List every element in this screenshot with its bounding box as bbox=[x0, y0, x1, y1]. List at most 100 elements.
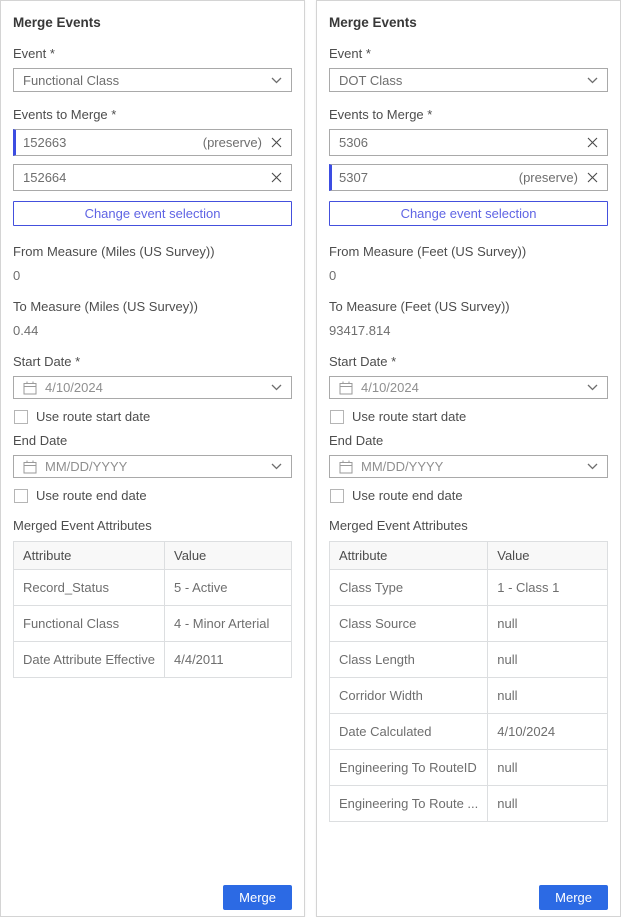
table-row: Engineering To RouteID null bbox=[330, 750, 608, 786]
end-date-label: End Date bbox=[13, 433, 292, 448]
calendar-icon bbox=[339, 381, 353, 395]
chevron-down-icon bbox=[271, 77, 282, 84]
event-select-value: Functional Class bbox=[23, 73, 119, 88]
chevron-down-icon bbox=[587, 77, 598, 84]
value-cell: 4/10/2024 bbox=[488, 714, 608, 750]
table-header-row: Attribute Value bbox=[330, 542, 608, 570]
page-title: Merge Events bbox=[13, 15, 292, 30]
value-cell: 5 - Active bbox=[165, 570, 292, 606]
start-date-value: 4/10/2024 bbox=[361, 380, 579, 395]
to-measure-label: To Measure (Miles (US Survey)) bbox=[13, 299, 292, 314]
use-route-start-date-label: Use route start date bbox=[352, 409, 466, 424]
close-icon[interactable] bbox=[271, 137, 282, 148]
use-route-start-date-label: Use route start date bbox=[36, 409, 150, 424]
change-event-selection-button[interactable]: Change event selection bbox=[13, 201, 292, 226]
table-row: Class Length null bbox=[330, 642, 608, 678]
use-route-end-date-option[interactable]: Use route end date bbox=[14, 488, 292, 503]
chevron-down-icon bbox=[271, 463, 282, 470]
event-select-value: DOT Class bbox=[339, 73, 402, 88]
checkbox-unchecked[interactable] bbox=[14, 410, 28, 424]
value-column-header: Value bbox=[488, 542, 608, 570]
page-title: Merge Events bbox=[329, 15, 608, 30]
change-event-selection-button[interactable]: Change event selection bbox=[329, 201, 608, 226]
value-cell: null bbox=[488, 786, 608, 822]
event-to-merge-row[interactable]: 152663 (preserve) bbox=[13, 129, 292, 156]
start-date-label: Start Date * bbox=[13, 354, 292, 369]
table-row: Engineering To Route ... null bbox=[330, 786, 608, 822]
value-cell: 1 - Class 1 bbox=[488, 570, 608, 606]
event-label: Event * bbox=[329, 46, 608, 61]
chevron-down-icon bbox=[587, 384, 598, 391]
attribute-cell: Date Attribute Effective bbox=[14, 642, 165, 678]
event-select[interactable]: Functional Class bbox=[13, 68, 292, 92]
value-cell: null bbox=[488, 678, 608, 714]
end-date-select[interactable]: MM/DD/YYYY bbox=[13, 455, 292, 478]
merge-events-panel-right: Merge Events Event * DOT Class Events to… bbox=[316, 0, 621, 917]
merge-button[interactable]: Merge bbox=[223, 885, 292, 910]
panel-footer: Merge bbox=[13, 877, 292, 910]
close-icon[interactable] bbox=[587, 137, 598, 148]
checkbox-unchecked[interactable] bbox=[14, 489, 28, 503]
calendar-icon bbox=[23, 381, 37, 395]
table-row: Class Type 1 - Class 1 bbox=[330, 570, 608, 606]
start-date-select[interactable]: 4/10/2024 bbox=[329, 376, 608, 399]
start-date-select[interactable]: 4/10/2024 bbox=[13, 376, 292, 399]
event-to-merge-row[interactable]: 5307 (preserve) bbox=[329, 164, 608, 191]
merge-button[interactable]: Merge bbox=[539, 885, 608, 910]
preserve-indicator: (preserve) bbox=[203, 135, 271, 150]
end-date-label: End Date bbox=[329, 433, 608, 448]
events-to-merge-label: Events to Merge * bbox=[13, 107, 292, 122]
event-id-value: 152664 bbox=[23, 170, 66, 185]
preserve-indicator: (preserve) bbox=[519, 170, 587, 185]
from-measure-value: 0 bbox=[329, 268, 608, 283]
to-measure-label: To Measure (Feet (US Survey)) bbox=[329, 299, 608, 314]
panel-footer: Merge bbox=[329, 877, 608, 910]
table-header-row: Attribute Value bbox=[14, 542, 292, 570]
table-row: Class Source null bbox=[330, 606, 608, 642]
from-measure-label: From Measure (Miles (US Survey)) bbox=[13, 244, 292, 259]
start-date-value: 4/10/2024 bbox=[45, 380, 263, 395]
end-date-select[interactable]: MM/DD/YYYY bbox=[329, 455, 608, 478]
table-row: Corridor Width null bbox=[330, 678, 608, 714]
from-measure-value: 0 bbox=[13, 268, 292, 283]
merged-attributes-table: Attribute Value Class Type 1 - Class 1 C… bbox=[329, 541, 608, 822]
merged-attributes-label: Merged Event Attributes bbox=[329, 518, 608, 533]
use-route-end-date-label: Use route end date bbox=[352, 488, 463, 503]
attribute-cell: Functional Class bbox=[14, 606, 165, 642]
attribute-cell: Engineering To Route ... bbox=[330, 786, 488, 822]
chevron-down-icon bbox=[587, 463, 598, 470]
attribute-cell: Corridor Width bbox=[330, 678, 488, 714]
use-route-start-date-option[interactable]: Use route start date bbox=[14, 409, 292, 424]
end-date-placeholder: MM/DD/YYYY bbox=[45, 459, 263, 474]
checkbox-unchecked[interactable] bbox=[330, 410, 344, 424]
event-select[interactable]: DOT Class bbox=[329, 68, 608, 92]
event-to-merge-row[interactable]: 152664 bbox=[13, 164, 292, 191]
value-cell: 4/4/2011 bbox=[165, 642, 292, 678]
value-column-header: Value bbox=[165, 542, 292, 570]
value-cell: 4 - Minor Arterial bbox=[165, 606, 292, 642]
event-id-value: 5306 bbox=[339, 135, 368, 150]
merged-attributes-table: Attribute Value Record_Status 5 - Active… bbox=[13, 541, 292, 678]
attribute-cell: Class Source bbox=[330, 606, 488, 642]
close-icon[interactable] bbox=[271, 172, 282, 183]
start-date-label: Start Date * bbox=[329, 354, 608, 369]
close-icon[interactable] bbox=[587, 172, 598, 183]
checkbox-unchecked[interactable] bbox=[330, 489, 344, 503]
use-route-end-date-option[interactable]: Use route end date bbox=[330, 488, 608, 503]
end-date-placeholder: MM/DD/YYYY bbox=[361, 459, 579, 474]
from-measure-label: From Measure (Feet (US Survey)) bbox=[329, 244, 608, 259]
attribute-cell: Engineering To RouteID bbox=[330, 750, 488, 786]
attribute-cell: Date Calculated bbox=[330, 714, 488, 750]
merged-attributes-label: Merged Event Attributes bbox=[13, 518, 292, 533]
event-id-value: 5307 bbox=[339, 170, 368, 185]
table-row: Record_Status 5 - Active bbox=[14, 570, 292, 606]
table-row: Functional Class 4 - Minor Arterial bbox=[14, 606, 292, 642]
merge-events-panel-left: Merge Events Event * Functional Class Ev… bbox=[0, 0, 305, 917]
use-route-end-date-label: Use route end date bbox=[36, 488, 147, 503]
event-id-value: 152663 bbox=[23, 135, 66, 150]
use-route-start-date-option[interactable]: Use route start date bbox=[330, 409, 608, 424]
calendar-icon bbox=[23, 460, 37, 474]
event-to-merge-row[interactable]: 5306 bbox=[329, 129, 608, 156]
to-measure-value: 93417.814 bbox=[329, 323, 608, 338]
attribute-cell: Class Type bbox=[330, 570, 488, 606]
